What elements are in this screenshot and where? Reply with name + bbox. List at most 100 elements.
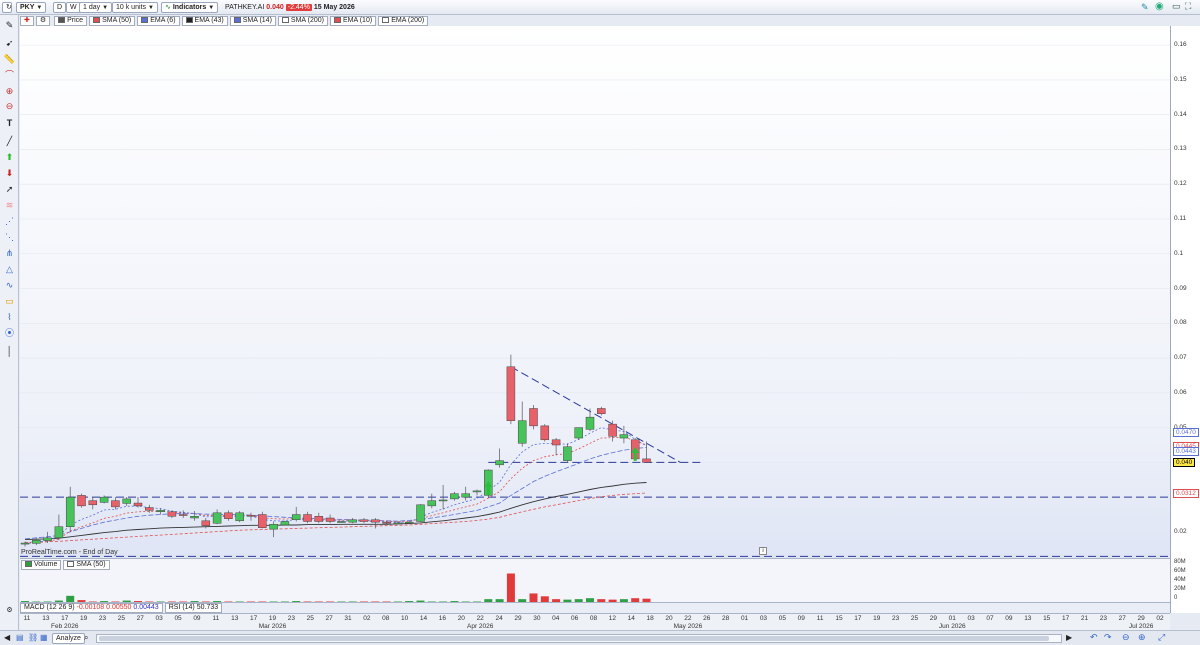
- date-tick: 20: [457, 615, 465, 622]
- ticker-label: PATHKEY.AI: [225, 4, 265, 11]
- date-tick: 02: [363, 615, 371, 622]
- date-tick: 03: [759, 615, 768, 622]
- fan-tool-icon[interactable]: ⌇: [3, 311, 16, 323]
- zoom-in-icon[interactable]: ⊕: [3, 85, 16, 97]
- zoom-out-icon[interactable]: ⊖: [3, 100, 16, 112]
- price-axis[interactable]: 0.16 0.15 0.14 0.13 0.12 0.11 0.1 0.09 0.08 0.07 0…: [1170, 26, 1200, 613]
- trend-angle-icon[interactable]: ⋱: [3, 231, 16, 243]
- macd-value-1: -0.00108: [76, 604, 105, 611]
- down-arrow-icon[interactable]: ⬇: [3, 167, 16, 179]
- redo-icon[interactable]: ↷: [1104, 632, 1112, 643]
- date-tick: 06: [570, 615, 579, 622]
- bookmark-icon[interactable]: ▤: [16, 633, 24, 642]
- legend-item[interactable]: SMA (200): [277, 16, 328, 26]
- rsi-legend-item[interactable]: RSI (14) 50.733: [164, 603, 223, 613]
- legend-item[interactable]: SMA (50): [89, 16, 136, 26]
- auto-scale-icon[interactable]: ⤢: [1158, 632, 1165, 643]
- vertical-line-icon[interactable]: │: [3, 345, 16, 357]
- date-tick: 09: [1005, 615, 1013, 622]
- date-tick: 19: [268, 615, 277, 622]
- price-tag: 0.040: [1173, 458, 1196, 468]
- indicator-legend: ✚ ⚙ Price SMA (50) EMA (6) EMA (43) SMA (14) S…: [20, 16, 430, 26]
- chart-settings-icon[interactable]: ⚙: [3, 605, 16, 617]
- magnet-icon[interactable]: ⌒: [3, 69, 16, 81]
- info-marker-icon[interactable]: i: [759, 547, 767, 555]
- line-tool-icon[interactable]: ╱: [3, 135, 16, 147]
- left-arrow-icon[interactable]: ◀: [4, 633, 10, 642]
- indicators-icon: ∿: [165, 4, 171, 11]
- volume-sma-legend-item[interactable]: SMA (50): [63, 560, 110, 570]
- link-icon[interactable]: ⛓: [28, 633, 38, 642]
- split-view-icon[interactable]: ▭: [1172, 1, 1181, 12]
- month-label: Apr 2026: [466, 623, 494, 630]
- ruler-icon[interactable]: 📏: [3, 53, 16, 65]
- macd-legend-item[interactable]: MACD (12 26 9) -0.00108 0.00550 0.00443: [20, 603, 163, 613]
- wave-tool-icon[interactable]: ∿: [3, 279, 16, 291]
- candle-body: [43, 537, 52, 541]
- legend-item[interactable]: SMA (14): [229, 16, 276, 26]
- volume-legend-item[interactable]: Volume: [21, 560, 62, 570]
- d-toggle-button[interactable]: D: [53, 2, 67, 13]
- refresh-icon[interactable]: ↻: [2, 2, 12, 13]
- legend-item[interactable]: Price: [54, 16, 88, 26]
- symbol-selector[interactable]: PKY ▼: [16, 2, 47, 13]
- date-tick: 30: [533, 615, 541, 622]
- price-tick: 0.06: [1174, 388, 1187, 396]
- date-tick: 08: [589, 615, 598, 622]
- price-tick: 0.14: [1174, 110, 1187, 118]
- date-tick: 17: [249, 615, 258, 622]
- analyze-button[interactable]: Analyze: [52, 633, 85, 644]
- settings-icon[interactable]: ⚙: [35, 16, 51, 26]
- fibonacci-icon[interactable]: ⋰: [3, 215, 16, 227]
- month-label: Jul 2026: [1128, 623, 1154, 630]
- month-label: Feb 2026: [51, 623, 79, 630]
- magnify-icon[interactable]: ⌕: [84, 633, 88, 643]
- add-indicator-button[interactable]: ✚: [20, 16, 34, 26]
- undo-icon[interactable]: ↶: [1090, 632, 1098, 643]
- zoom-in-button-icon[interactable]: ⊕: [1138, 632, 1146, 643]
- channel-tool-icon[interactable]: ≋: [3, 199, 16, 211]
- legend-item[interactable]: EMA (6): [137, 16, 180, 26]
- rectangle-tool-icon[interactable]: ▭: [3, 295, 16, 307]
- legend-item[interactable]: EMA (200): [378, 16, 429, 26]
- candle-body: [371, 519, 380, 523]
- notes-icon[interactable]: ✎: [1141, 2, 1149, 13]
- candle-body: [461, 493, 470, 498]
- grid-icon[interactable]: ▦: [40, 633, 48, 642]
- timeframe-selector[interactable]: 1 day ▼: [79, 2, 113, 13]
- cycle-tool-icon[interactable]: ⦿: [3, 327, 16, 339]
- date-tick: 27: [325, 615, 333, 622]
- timeframe-label: 1 day: [83, 4, 101, 11]
- pitchfork-icon[interactable]: ⋔: [3, 247, 16, 259]
- volume-tick: 40M: [1174, 577, 1186, 583]
- candle-body: [133, 502, 143, 507]
- volume-bar: [506, 573, 515, 602]
- price-tick: 0.1: [1174, 249, 1184, 257]
- up-arrow-icon[interactable]: ⬆: [3, 151, 16, 163]
- text-tool-icon[interactable]: T: [3, 117, 16, 129]
- candle-body: [32, 540, 41, 544]
- scrollbar-thumb[interactable]: [99, 636, 1049, 641]
- pencil-icon[interactable]: ✎: [3, 19, 16, 31]
- pointer-icon[interactable]: ➹: [3, 37, 16, 49]
- date-tick: 25: [306, 615, 314, 622]
- scroll-right-icon[interactable]: ▶: [1066, 633, 1072, 642]
- legend-item[interactable]: EMA (10): [330, 16, 377, 26]
- volume-pane[interactable]: Volume SMA (50): [20, 558, 1170, 602]
- legend-swatch: [185, 17, 193, 23]
- candle-body: [156, 510, 165, 513]
- units-selector[interactable]: 10 k units ▼: [112, 2, 158, 13]
- globe-icon[interactable]: ◉: [1155, 1, 1164, 12]
- time-axis[interactable]: 11 13 17 19 23 25 27 03 05 09 11 13 17 19 23 25 27 31 02 08…: [20, 613, 1170, 631]
- indicators-button[interactable]: ∿ Indicators ▼: [161, 2, 219, 13]
- legend-item[interactable]: EMA (43): [181, 16, 228, 26]
- zoom-out-button-icon[interactable]: ⊖: [1122, 632, 1130, 643]
- fullscreen-icon[interactable]: ⛶: [1185, 1, 1191, 12]
- arrow-tool-icon[interactable]: ➚: [3, 183, 16, 195]
- triangle-tool-icon[interactable]: △: [3, 263, 16, 275]
- price-chart[interactable]: ProRealTime.com - End of Day i: [20, 26, 1170, 558]
- horizontal-scrollbar[interactable]: [96, 634, 1062, 643]
- month-label: Mar 2026: [258, 623, 287, 630]
- candle-body: [585, 416, 595, 430]
- date-tick: 25: [910, 615, 919, 622]
